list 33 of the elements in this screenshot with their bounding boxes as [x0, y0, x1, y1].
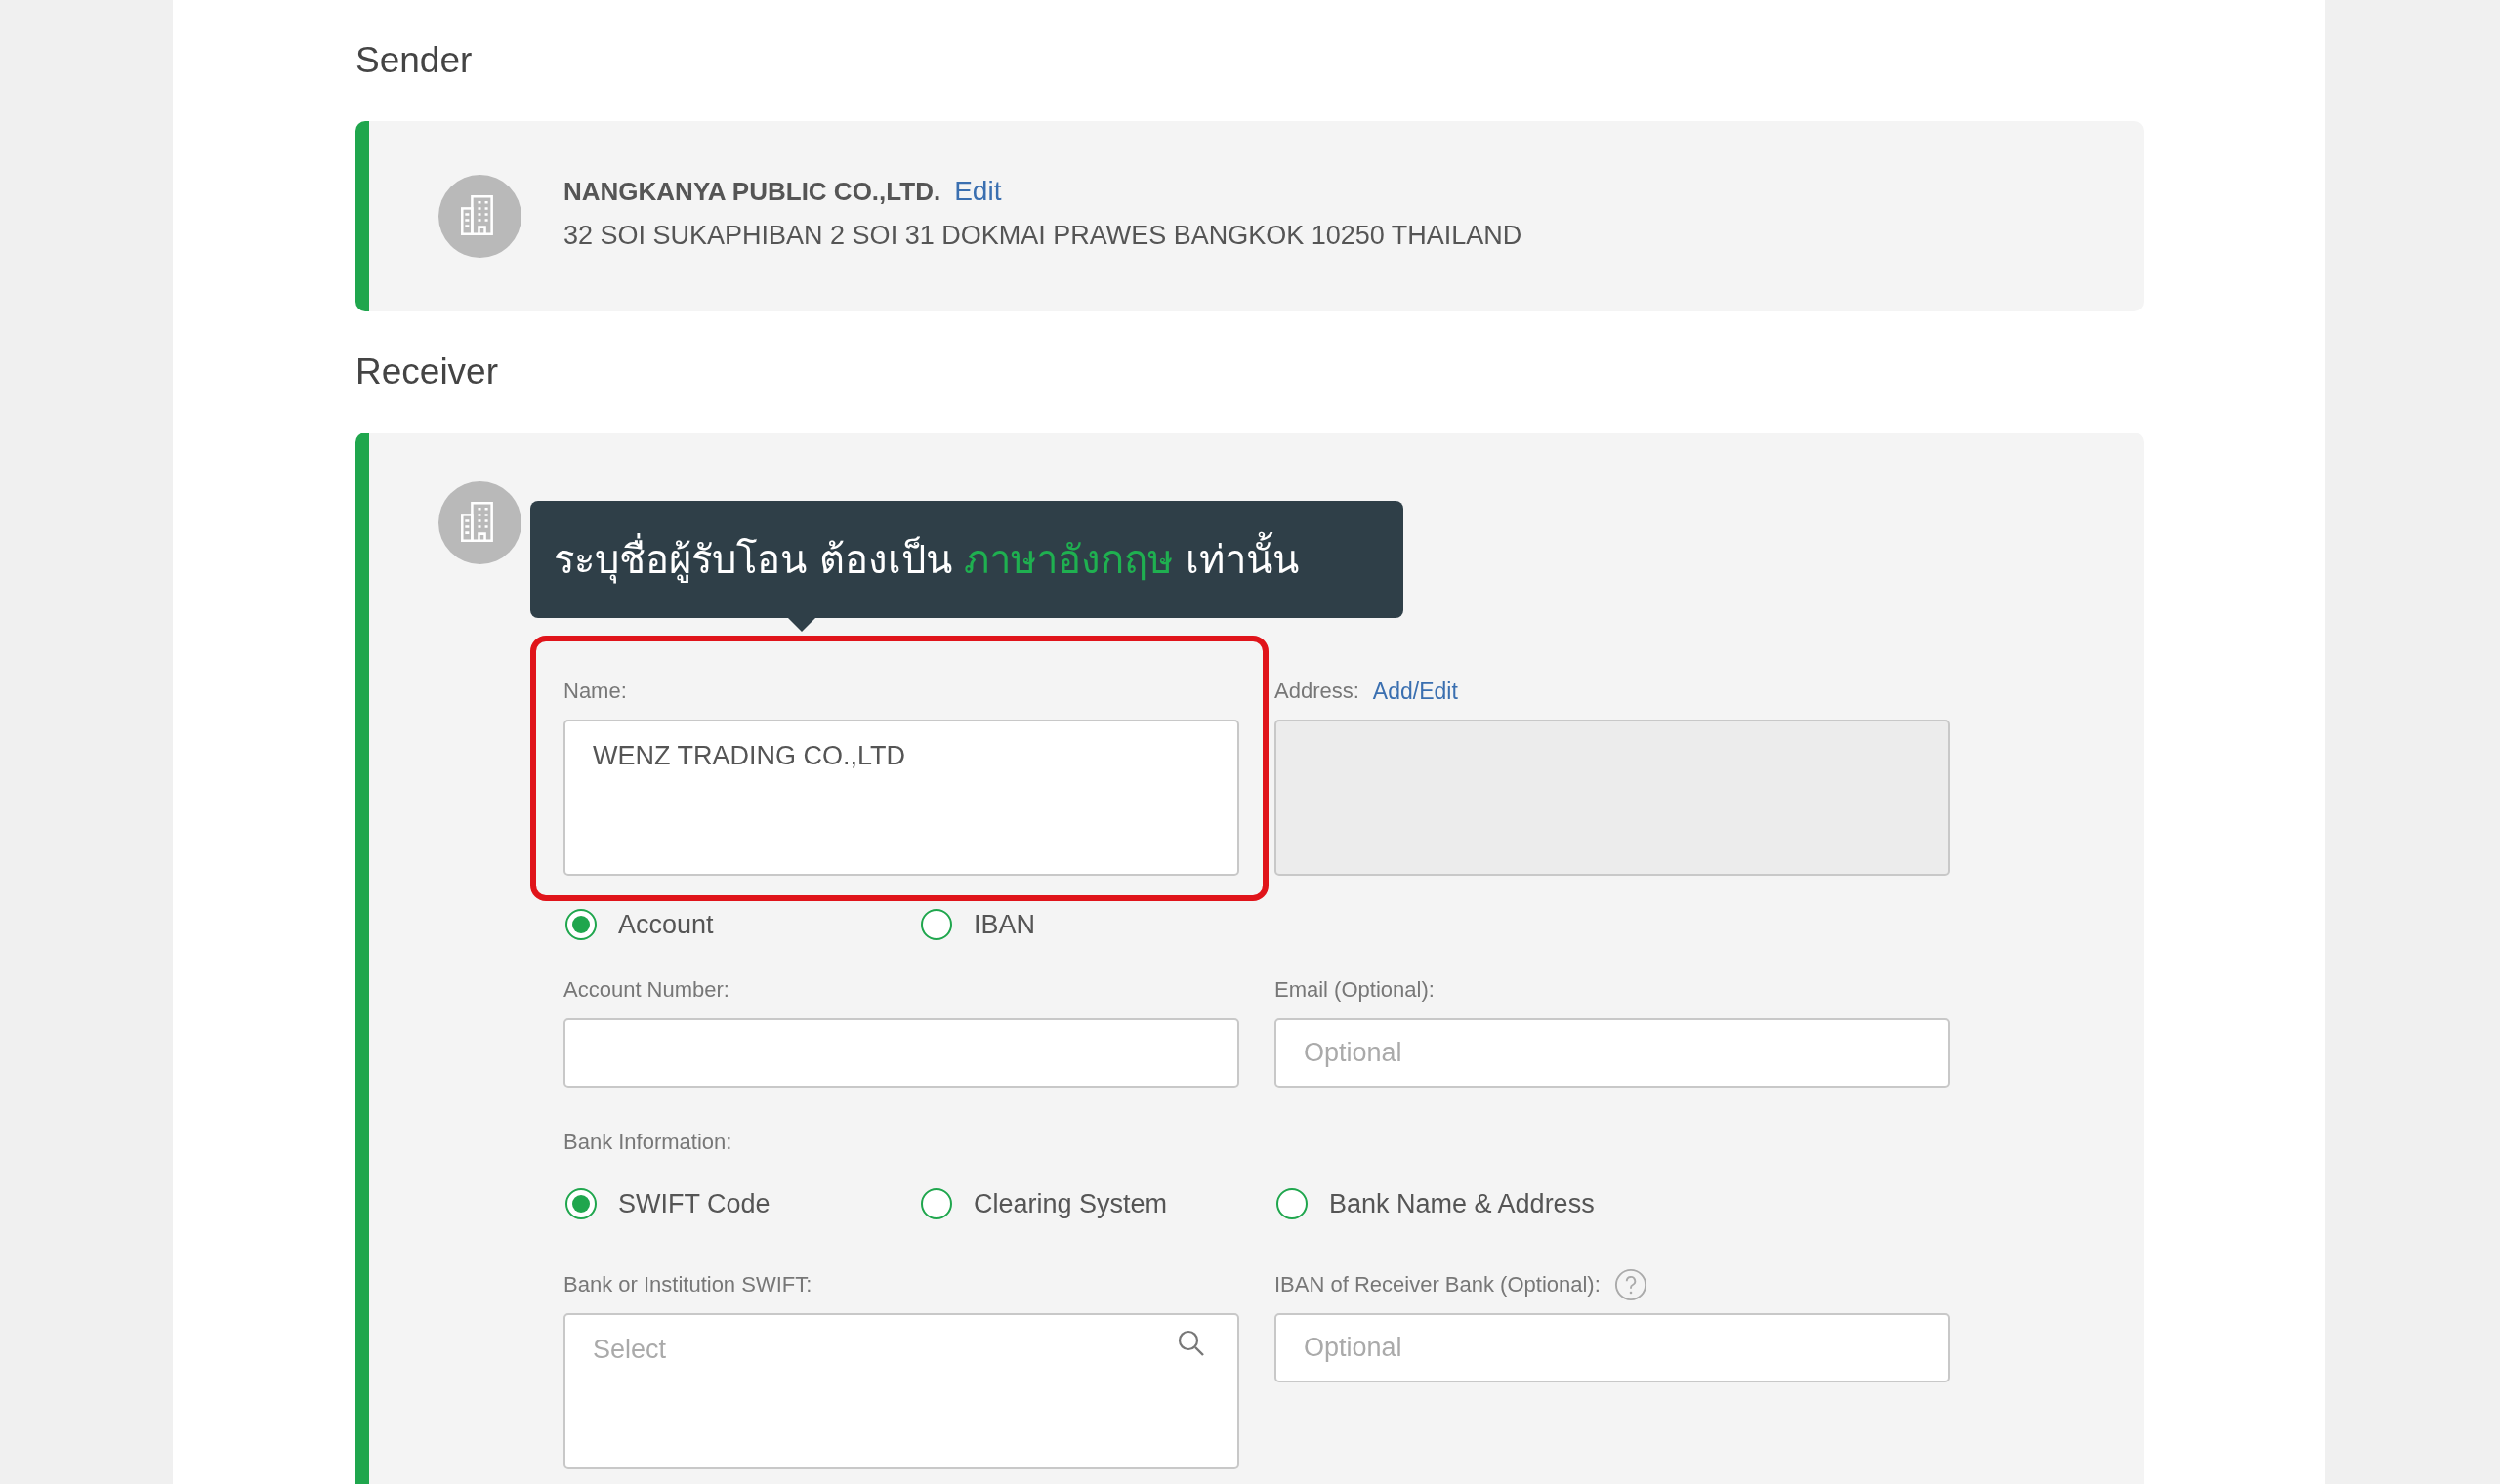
radio-label: Account — [618, 909, 714, 940]
section-heading: Receiver — [355, 350, 498, 393]
sender-address: 32 SOI SUKAPHIBAN 2 SOI 31 DOKMAI PRAWES BANGKOK 10250 THAILAND — [563, 221, 1522, 251]
radio-label: Clearing System — [974, 1188, 1168, 1219]
email-field[interactable]: Optional — [1274, 1018, 1950, 1088]
radio-button[interactable] — [565, 1188, 597, 1219]
field-label: Email (Optional): — [1274, 976, 1436, 1004]
building-icon — [438, 175, 521, 258]
name-field[interactable]: WENZ TRADING CO.,LTD — [563, 720, 1239, 876]
tooltip: ระบุชื่อผู้รับโอน ต้องเป็น ภาษาอังกฤษ เท่านั้น — [530, 501, 1403, 618]
section-heading: Sender — [355, 39, 473, 82]
field-label: Account Number: — [563, 976, 730, 1004]
radio-label: IBAN — [974, 909, 1036, 940]
field-label: IBAN of Receiver Bank (Optional): — [1274, 1271, 1601, 1298]
account-number-field[interactable] — [563, 1018, 1239, 1088]
radio-button[interactable] — [921, 909, 952, 940]
field-label: Name: — [563, 678, 628, 705]
edit-link[interactable]: Edit — [954, 176, 1002, 207]
field-label: Address: — [1274, 678, 1359, 705]
help-icon[interactable] — [1613, 1268, 1647, 1301]
sender-name: NANGKANYA PUBLIC CO.,LTD. — [563, 177, 941, 207]
tooltip-pointer — [788, 618, 815, 632]
radio-button[interactable] — [1276, 1188, 1308, 1219]
add-edit-link[interactable]: Add/Edit — [1372, 678, 1458, 705]
radio-label: SWIFT Code — [618, 1188, 771, 1219]
field-label: Bank or Institution SWIFT: — [563, 1271, 813, 1298]
radio-button[interactable] — [565, 909, 597, 940]
radio-button[interactable] — [921, 1188, 952, 1219]
building-icon — [438, 481, 521, 564]
radio-label: Bank Name & Address — [1329, 1188, 1595, 1219]
section-label: Bank Information: — [563, 1129, 733, 1156]
iban-field[interactable]: Optional — [1274, 1313, 1950, 1382]
search-icon — [1177, 1329, 1206, 1358]
